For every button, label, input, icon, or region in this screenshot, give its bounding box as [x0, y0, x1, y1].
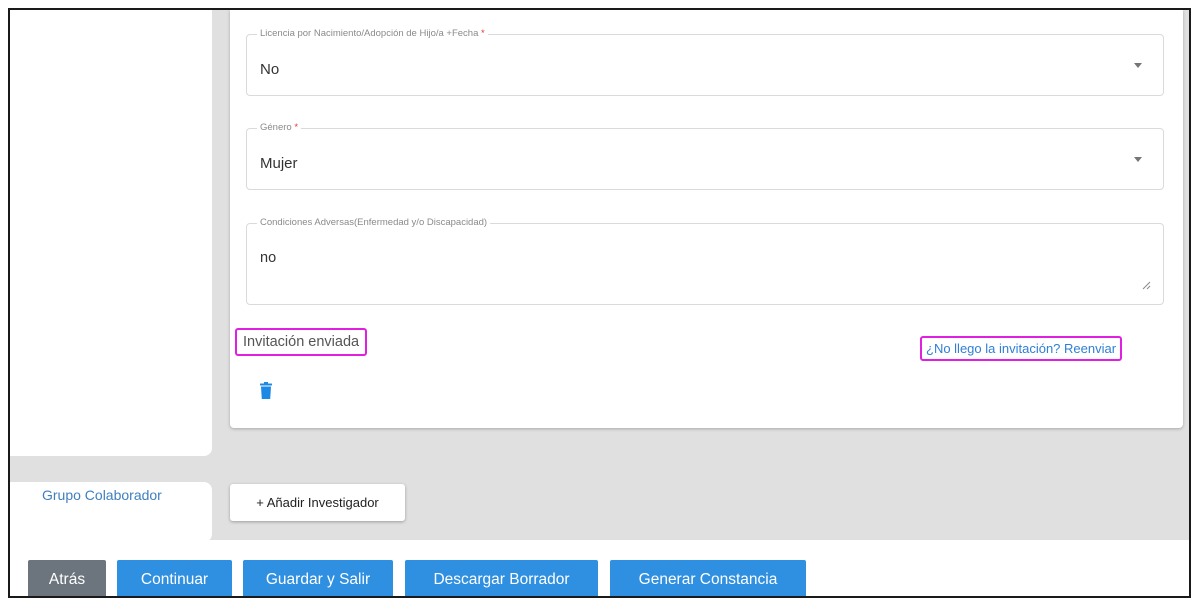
chevron-down-icon — [1134, 157, 1142, 162]
delete-icon[interactable] — [260, 382, 272, 399]
condiciones-label: Condiciones Adversas(Enfermedad y/o Disc… — [257, 217, 491, 228]
resend-invitation-link[interactable]: ¿No llego la invitación? Reenviar — [920, 336, 1123, 361]
genero-label: Género * — [257, 122, 302, 133]
download-draft-button[interactable]: Descargar Borrador — [405, 560, 598, 596]
condiciones-value: no — [260, 250, 277, 266]
licencia-value: No — [260, 61, 280, 78]
left-sidebar-panel — [10, 10, 212, 456]
save-exit-button[interactable]: Guardar y Salir — [243, 560, 393, 596]
app-frame: Licencia por Nacimiento/Adopción de Hijo… — [8, 8, 1191, 598]
invitation-status: Invitación enviada — [235, 328, 368, 356]
group-panel: Grupo Colaborador — [10, 482, 212, 542]
licencia-select[interactable]: Licencia por Nacimiento/Adopción de Hijo… — [246, 28, 1164, 96]
generate-certificate-button[interactable]: Generar Constancia — [610, 560, 806, 596]
researcher-card: Licencia por Nacimiento/Adopción de Hijo… — [230, 10, 1183, 428]
resize-handle-icon[interactable] — [1142, 281, 1151, 290]
group-collaborator-label[interactable]: Grupo Colaborador — [42, 487, 162, 503]
back-button[interactable]: Atrás — [28, 560, 106, 596]
genero-select[interactable]: Género * Mujer — [246, 122, 1164, 190]
condiciones-textarea[interactable]: Condiciones Adversas(Enfermedad y/o Disc… — [246, 217, 1164, 305]
chevron-down-icon — [1134, 63, 1142, 68]
continue-button[interactable]: Continuar — [117, 560, 232, 596]
add-researcher-button[interactable]: + Añadir Investigador — [230, 484, 405, 521]
licencia-label: Licencia por Nacimiento/Adopción de Hijo… — [257, 28, 488, 39]
footer-actions: Atrás Continuar Guardar y Salir Descarga… — [10, 540, 1189, 596]
genero-value: Mujer — [260, 155, 298, 172]
